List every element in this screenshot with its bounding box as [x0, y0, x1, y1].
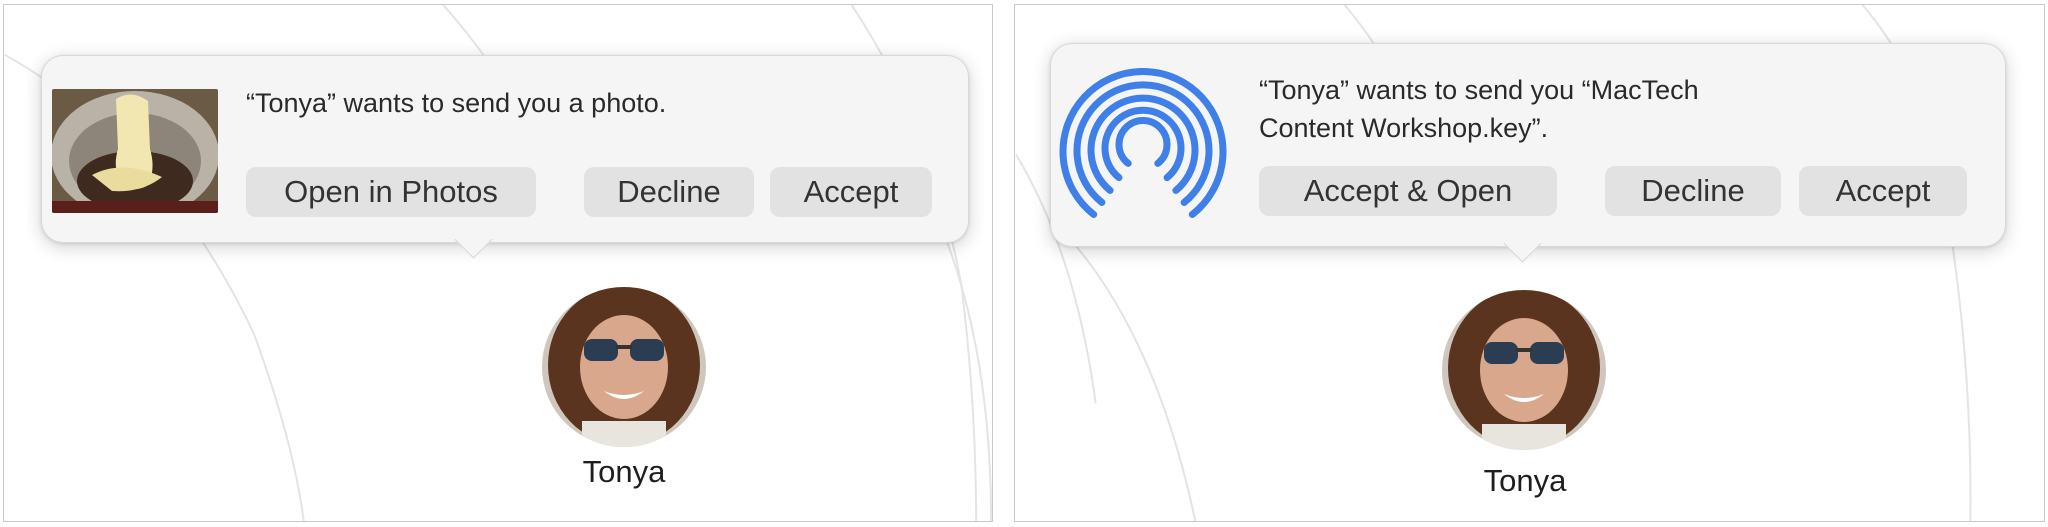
- avatar[interactable]: [542, 287, 706, 447]
- decline-button[interactable]: Decline: [1605, 166, 1781, 216]
- airdrop-icon: [1059, 67, 1227, 218]
- accept-button[interactable]: Accept: [770, 167, 932, 217]
- airdrop-panel-left: “Tonya” wants to send you a photo. Open …: [3, 4, 993, 522]
- contact-name: Tonya: [582, 454, 666, 489]
- open-in-photos-button[interactable]: Open in Photos: [246, 167, 536, 217]
- decline-button[interactable]: Decline: [584, 167, 754, 217]
- photo-thumbnail-icon: [52, 89, 218, 213]
- airdrop-panel-right: “Tonya” wants to send you “MacTech Conte…: [1014, 4, 2045, 522]
- avatar[interactable]: [1442, 290, 1606, 450]
- airdrop-request-popover: “Tonya” wants to send you “MacTech Conte…: [1050, 43, 2006, 263]
- airdrop-request-popover: “Tonya” wants to send you a photo. Open …: [41, 55, 969, 259]
- contact-name: Tonya: [1483, 463, 1567, 498]
- accept-button[interactable]: Accept: [1799, 166, 1967, 216]
- request-message: “Tonya” wants to send you a photo.: [246, 88, 667, 118]
- request-message-line1: “Tonya” wants to send you “MacTech: [1259, 75, 1699, 105]
- accept-and-open-button[interactable]: Accept & Open: [1259, 166, 1557, 216]
- request-message-line2: Content Workshop.key”.: [1259, 113, 1549, 143]
